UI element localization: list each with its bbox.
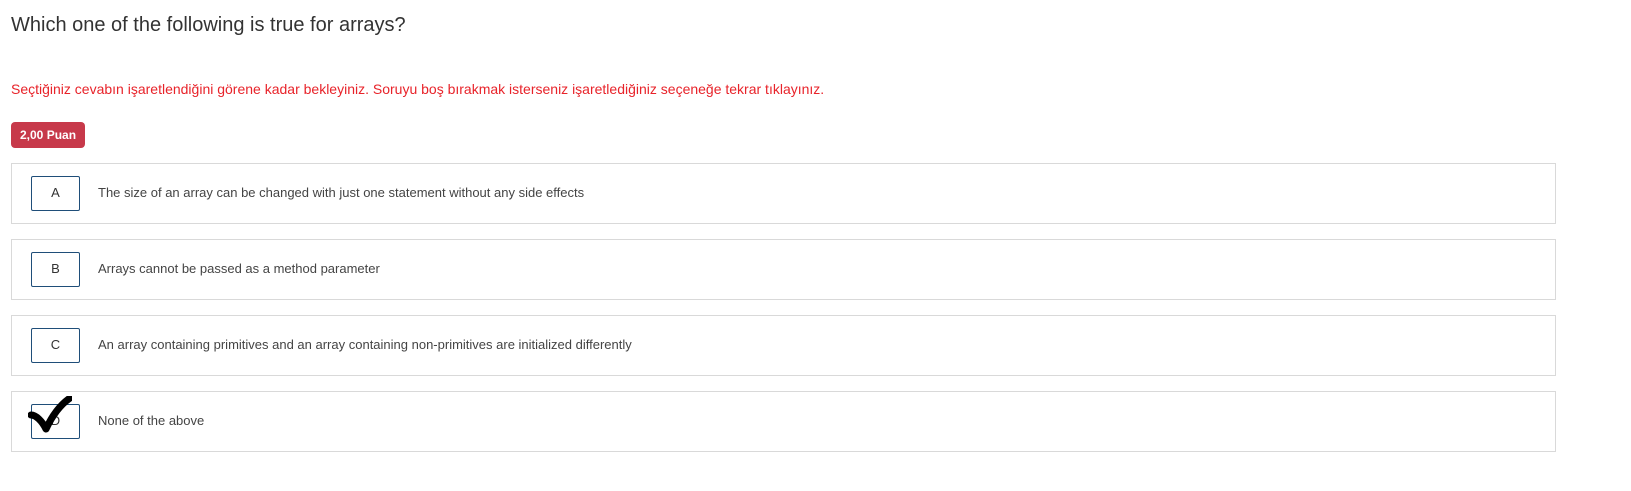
option-c[interactable]: C An array containing primitives and an …: [11, 315, 1556, 376]
option-text-a[interactable]: The size of an array can be changed with…: [98, 185, 584, 200]
option-letter-d[interactable]: D: [31, 404, 80, 439]
option-d[interactable]: D None of the above: [11, 391, 1556, 452]
option-letter-b[interactable]: B: [31, 252, 80, 287]
option-b[interactable]: B Arrays cannot be passed as a method pa…: [11, 239, 1556, 300]
option-letter-a[interactable]: A: [31, 176, 80, 211]
option-text-c[interactable]: An array containing primitives and an ar…: [98, 337, 632, 352]
points-badge: 2,00 Puan: [11, 122, 86, 148]
option-text-d[interactable]: None of the above: [98, 413, 204, 428]
question-text: Which one of the following is true for a…: [11, 14, 406, 36]
option-text-b[interactable]: Arrays cannot be passed as a method para…: [98, 261, 380, 276]
instruction-warning: Seçtiğiniz cevabın işaretlendiğini gören…: [11, 81, 825, 97]
option-letter-c[interactable]: C: [31, 328, 80, 363]
answer-options: A The size of an array can be changed wi…: [11, 163, 1556, 467]
option-a[interactable]: A The size of an array can be changed wi…: [11, 163, 1556, 224]
